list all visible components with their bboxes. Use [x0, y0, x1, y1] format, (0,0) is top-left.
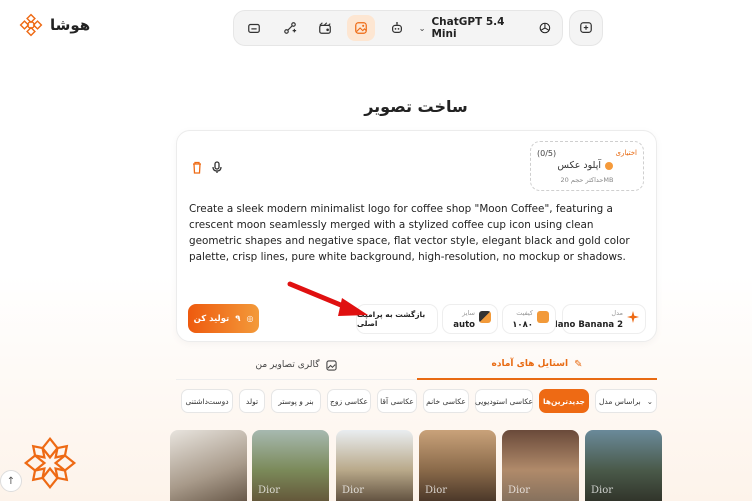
style-thumbnail[interactable]: Dior	[252, 430, 329, 501]
mode-toolbar: ⌄ ChatGPT 5.4 Mini	[233, 10, 563, 46]
upload-count: (0/5)	[537, 149, 557, 158]
thumbnail-watermark: Dior	[342, 485, 365, 496]
size-option-label: سایز	[462, 309, 475, 317]
chevron-down-icon: ⌄	[418, 23, 426, 33]
tab-my-gallery-label: گالری تصاویر من	[255, 360, 320, 370]
thumbnail-watermark: Dior	[258, 485, 281, 496]
new-chat-icon	[580, 22, 592, 33]
thumbnail-watermark: Dior	[508, 485, 531, 496]
microphone-icon[interactable]	[211, 161, 223, 174]
robot-icon	[391, 22, 402, 33]
filter-studio[interactable]: عکاسی استودیویی	[475, 389, 533, 413]
video-mode-button[interactable]	[312, 15, 340, 41]
prompt-card: اختیاری (0/5) آپلود عکس حداکثر حجم 20MB …	[176, 130, 657, 342]
coin-icon: ◎	[246, 314, 254, 323]
style-thumbnail[interactable]: Dior	[585, 430, 662, 501]
filter-newest[interactable]: جدیدترین‌ها	[539, 389, 589, 413]
aspect-ratio-icon	[479, 311, 491, 323]
nodes-icon	[283, 22, 296, 34]
brand[interactable]: هوشا	[18, 12, 90, 38]
filter-couple[interactable]: عکاسی زوج	[327, 389, 371, 413]
quality-option-value: ۱۰۸۰	[512, 320, 533, 330]
filter-women[interactable]: عکاسی خانم	[423, 389, 469, 413]
filter-men[interactable]: عکاسی آقا	[377, 389, 417, 413]
scroll-top-button[interactable]: ↑	[0, 470, 22, 492]
brush-icon: ✎	[574, 358, 583, 370]
thumbnail-watermark: Dior	[425, 485, 448, 496]
size-option-value: auto	[453, 320, 475, 330]
gallery-icon	[325, 359, 337, 371]
upload-photo-box[interactable]: اختیاری (0/5) آپلود عکس حداکثر حجم 20MB	[530, 141, 644, 191]
trash-icon[interactable]	[191, 161, 203, 174]
style-thumbnail[interactable]: Dior	[419, 430, 496, 501]
style-filters: براساس مدل ⌄ جدیدترین‌ها عکاسی استودیویی…	[172, 389, 657, 413]
filter-lovely[interactable]: دوست‌داشتنی	[181, 389, 233, 413]
style-thumbnail[interactable]: Dior	[336, 430, 413, 501]
image-mode-button[interactable]	[347, 15, 375, 41]
red-arrow-annotation	[287, 281, 368, 316]
model-option-value: Nano Banana 2	[550, 320, 623, 330]
page-title: ساخت تصویر	[364, 97, 468, 116]
by-model-label: براساس مدل	[598, 396, 641, 406]
thumbnail-watermark: Dior	[591, 485, 614, 496]
tab-ready-styles[interactable]: استایل های آماده ✎	[417, 350, 657, 380]
upload-title-wrap: آپلود عکس	[557, 160, 613, 171]
style-thumbnail[interactable]	[170, 430, 247, 501]
chat-mode-button[interactable]	[240, 15, 268, 41]
folder-icon	[248, 23, 260, 33]
filter-banner-poster[interactable]: بنر و پوستر	[271, 389, 321, 413]
style-thumbnail[interactable]: Dior	[502, 430, 579, 501]
smile-icon	[605, 161, 613, 170]
tab-my-gallery[interactable]: گالری تصاویر من	[176, 350, 416, 380]
by-model-dropdown[interactable]: براساس مدل ⌄	[595, 389, 657, 413]
sparkle-icon	[627, 311, 639, 323]
tabs: استایل های آماده ✎ گالری تصاویر من	[176, 350, 657, 380]
model-selector[interactable]: ⌄ ChatGPT 5.4 Mini	[419, 16, 556, 40]
brand-name: هوشا	[50, 16, 91, 34]
brand-ornament-icon	[23, 436, 77, 490]
image-icon	[355, 22, 367, 34]
upload-optional-label: اختیاری	[615, 149, 638, 157]
brand-logo-icon	[19, 13, 43, 37]
openai-icon	[539, 22, 551, 34]
model-option-chip[interactable]: مدل Nano Banana 2	[551, 304, 646, 334]
arrow-up-icon: ↑	[6, 475, 16, 487]
upload-title: آپلود عکس	[557, 160, 601, 171]
filter-birthday[interactable]: تولد	[239, 389, 265, 413]
new-chat-button[interactable]	[569, 10, 603, 46]
prompt-input[interactable]: Create a sleek modern minimalist logo fo…	[189, 201, 649, 265]
upload-max-size: حداکثر حجم 20MB	[560, 176, 614, 184]
generate-cost: ۹	[235, 313, 241, 324]
generate-button[interactable]: تولید کن ۹ ◎	[188, 304, 259, 333]
clapper-icon	[319, 22, 332, 34]
generate-label: تولید کن	[193, 313, 230, 324]
quality-option-chip[interactable]: کیفیت ۱۰۸۰	[502, 304, 556, 334]
agent-mode-button[interactable]	[383, 15, 411, 41]
hd-icon	[537, 311, 549, 323]
size-option-chip[interactable]: سایز auto	[442, 304, 498, 334]
workflow-mode-button[interactable]	[276, 15, 304, 41]
tab-ready-styles-label: استایل های آماده	[491, 359, 569, 369]
chevron-down-icon: ⌄	[646, 396, 654, 406]
model-selector-label: ChatGPT 5.4 Mini	[431, 16, 505, 40]
model-option-label: مدل	[611, 309, 623, 317]
quality-option-label: کیفیت	[516, 309, 533, 317]
